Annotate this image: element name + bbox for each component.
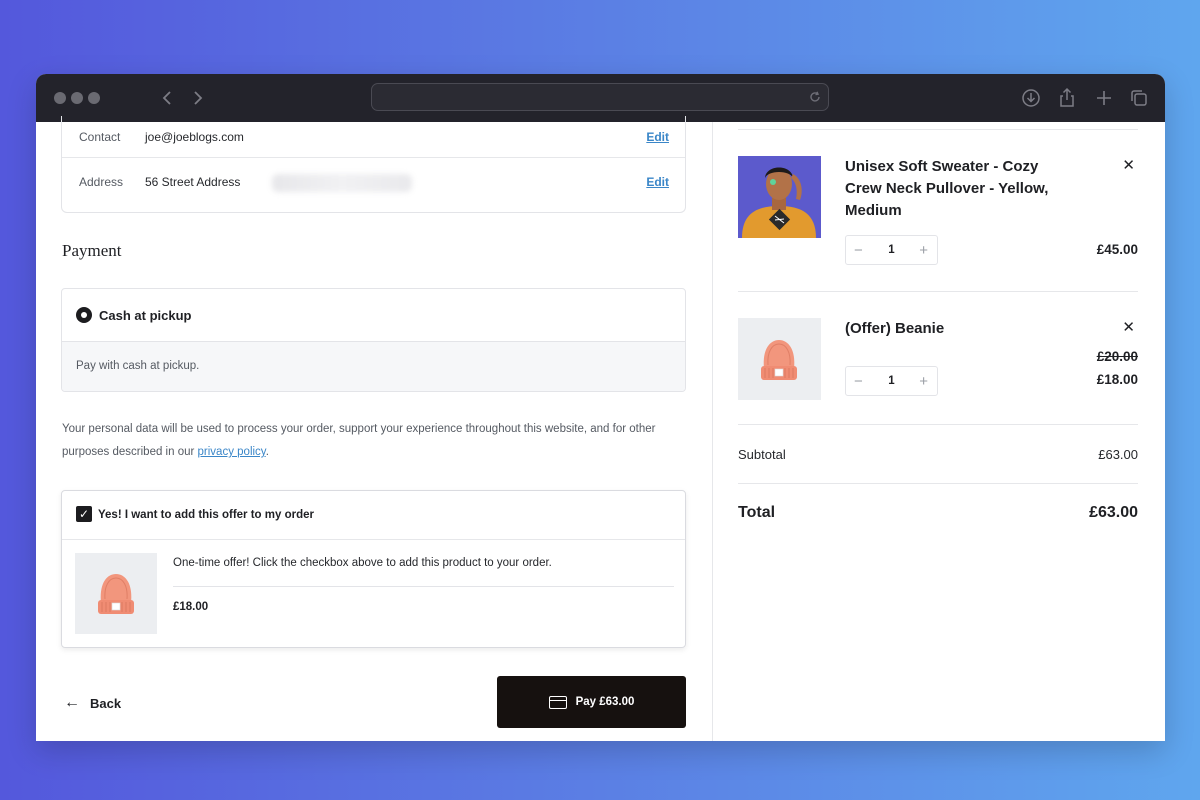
quantity-stepper[interactable]: − 1 + [845, 235, 938, 265]
offer-product-image [75, 553, 157, 634]
redacted-address [272, 174, 412, 192]
remove-item-button[interactable]: ✕ [1122, 156, 1135, 174]
tabs-icon[interactable] [1128, 87, 1150, 109]
order-bump-offer: ✓ Yes! I want to add this offer to my or… [61, 490, 686, 648]
beanie-icon [98, 574, 134, 614]
subtotal-label: Subtotal [738, 447, 786, 462]
pay-button-label: Pay £63.00 [575, 696, 635, 708]
address-bar[interactable] [371, 83, 829, 111]
remove-item-button[interactable]: ✕ [1122, 318, 1135, 336]
cart-item: (Offer) Beanie ✕ − 1 + £20.00 £18.00 [738, 318, 1138, 418]
subtotal-value: £63.00 [1098, 447, 1138, 462]
contact-label: Contact [79, 130, 121, 144]
divider [738, 483, 1138, 484]
cart-item-name: Unisex Soft Sweater - Cozy Crew Neck Pul… [845, 158, 1049, 219]
offer-header[interactable]: ✓ Yes! I want to add this offer to my or… [62, 491, 685, 540]
radio-selected[interactable] [76, 307, 92, 323]
total-label: Total [738, 504, 776, 521]
address-value: 56 Street Address [145, 175, 241, 189]
payment-method-label: Cash at pickup [99, 308, 192, 323]
address-row: Address 56 Street Address Edit [62, 158, 685, 206]
sweater-product-image [738, 156, 821, 238]
plus-icon[interactable]: + [919, 373, 928, 390]
cart-item: Unisex Soft Sweater - Cozy Crew Neck Pul… [738, 156, 1138, 286]
contact-value: joe@joeblogs.com [145, 130, 244, 144]
privacy-text-end: . [265, 446, 269, 458]
payment-method-description: Pay with cash at pickup. [76, 360, 200, 372]
address-label: Address [79, 175, 124, 189]
cart-item-price: £18.00 [1096, 372, 1138, 387]
beanie-icon [761, 340, 797, 380]
divider [738, 129, 1138, 130]
browser-titlebar [36, 74, 1165, 122]
divider [173, 586, 674, 587]
share-icon[interactable] [1056, 87, 1078, 109]
payment-method-box: Cash at pickup Pay with cash at pickup. [61, 288, 686, 392]
cart-item-price: £45.00 [1096, 242, 1138, 257]
back-label: Back [90, 695, 122, 711]
plus-icon[interactable] [1093, 87, 1115, 109]
plus-icon[interactable]: + [919, 242, 928, 259]
window-zoom-dot[interactable] [88, 92, 100, 104]
cart-item-name: (Offer) Beanie [845, 320, 945, 337]
checkout-form: Contact joe@joeblogs.com Edit Address 56… [36, 116, 712, 741]
privacy-text: Your personal data will be used to proce… [62, 423, 656, 458]
divider [738, 424, 1138, 425]
edit-contact-link[interactable]: Edit [646, 130, 669, 144]
offer-price: £18.00 [173, 601, 209, 613]
download-icon[interactable] [1020, 87, 1042, 109]
edit-address-link[interactable]: Edit [646, 175, 669, 189]
chevron-left-icon[interactable] [158, 88, 178, 108]
chevron-right-icon[interactable] [187, 88, 207, 108]
order-summary: Unisex Soft Sweater - Cozy Crew Neck Pul… [713, 122, 1165, 741]
window-minimize-dot[interactable] [71, 92, 83, 104]
total-value: £63.00 [1089, 504, 1138, 521]
privacy-notice: Your personal data will be used to proce… [62, 418, 682, 464]
contact-summary: Contact joe@joeblogs.com Edit Address 56… [61, 116, 686, 213]
pay-button[interactable]: Pay £63.00 [497, 676, 686, 728]
offer-checkbox-label: Yes! I want to add this offer to my orde… [98, 509, 314, 521]
payment-title: Payment [62, 241, 122, 260]
browser-window: Contact joe@joeblogs.com Edit Address 56… [36, 74, 1165, 741]
reload-icon[interactable] [808, 90, 822, 104]
payment-method-details: Pay with cash at pickup. [62, 342, 685, 391]
privacy-policy-link[interactable]: privacy policy [198, 446, 266, 458]
contact-row: Contact joe@joeblogs.com Edit [62, 116, 685, 158]
payment-option-cash[interactable]: Cash at pickup [62, 289, 685, 342]
offer-checkbox[interactable]: ✓ [76, 506, 92, 522]
checkout-page: Contact joe@joeblogs.com Edit Address 56… [36, 116, 1165, 741]
beanie-product-image [738, 318, 821, 400]
quantity-stepper[interactable]: − 1 + [845, 366, 938, 396]
window-close-dot[interactable] [54, 92, 66, 104]
arrow-left-icon: ← [64, 694, 80, 711]
divider [738, 291, 1138, 292]
offer-description: One-time offer! Click the checkbox above… [173, 557, 552, 569]
cart-item-original-price: £20.00 [1096, 349, 1138, 364]
sweater-model-icon [738, 156, 821, 238]
credit-card-icon [548, 695, 567, 709]
back-button[interactable]: ← Back [64, 694, 121, 712]
